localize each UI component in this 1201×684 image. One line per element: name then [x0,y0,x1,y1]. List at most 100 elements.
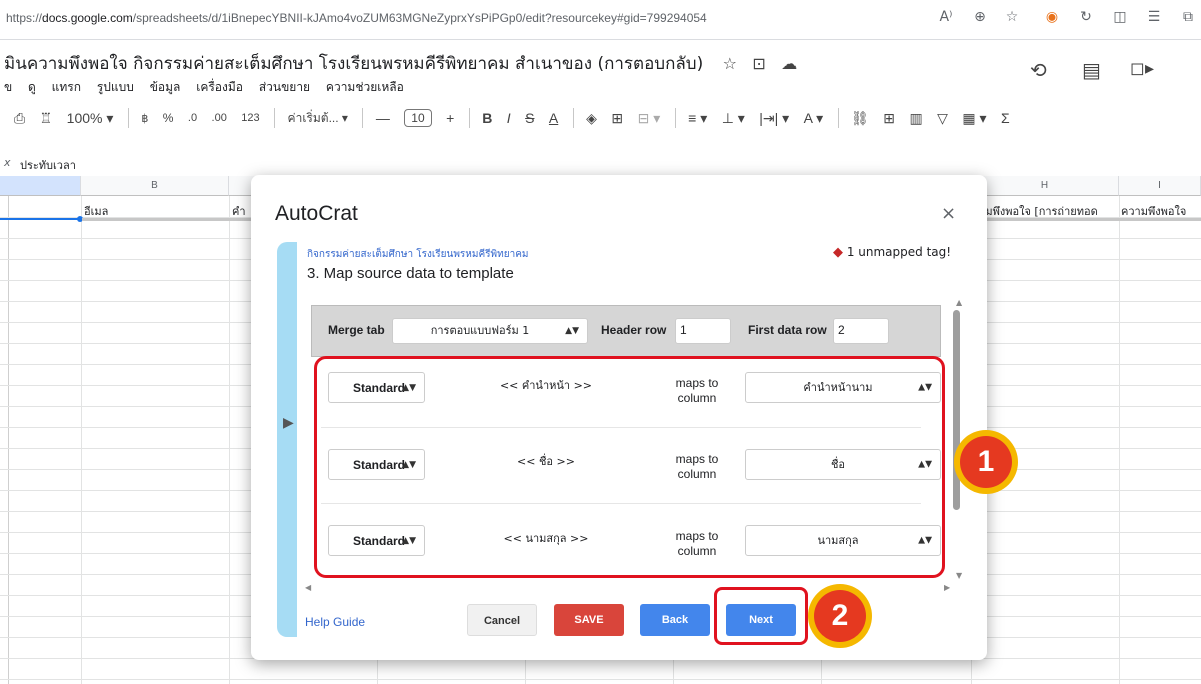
browser-address-bar: https://docs.google.com/spreadsheets/d/1… [0,0,1201,40]
merge-tab-label: Merge tab [328,323,385,337]
sidebar-expand-icon[interactable]: ▶ [283,415,294,431]
align-icon[interactable]: ≡ ▾ [688,110,707,127]
formula-input[interactable]: ประทับเวลา [20,156,76,174]
grid-line [229,196,230,684]
divider [572,108,574,128]
extension-icon[interactable]: ◉ [1042,9,1062,25]
percent-format-button[interactable]: % [163,111,174,125]
save-button[interactable]: SAVE [554,604,624,636]
split-screen-icon[interactable]: ◫ [1110,9,1130,25]
cancel-button[interactable]: Cancel [467,604,537,636]
star-icon[interactable]: ☆ [723,54,737,73]
fx-icon: x [4,156,11,169]
sigma-button[interactable]: Σ [1001,110,1010,126]
toolbar: ⎙ ♖ 100% ▾ ฿ % .0 .00 123 ค่าเริ่มต้... … [14,108,1201,140]
first-data-row-label: First data row [748,323,827,337]
number-format-button[interactable]: 123 [241,112,259,124]
column-header-i[interactable]: I [1119,176,1201,196]
merge-cells-icon[interactable]: ⊟ ▾ [638,110,661,127]
menu-item-extensions[interactable]: ส่วนขยาย [259,80,310,94]
comment-icon[interactable]: ⊞ [883,110,895,127]
meet-icon[interactable]: ◻▸ [1130,58,1154,79]
chart-icon[interactable]: ▥ [909,110,922,127]
project-subtitle: กิจกรรมค่ายสะเต็มศึกษา โรงเรียนพรหมคีรีพ… [307,249,529,260]
text-wrap-icon[interactable]: |⇥| ▾ [759,110,789,127]
decrease-decimal-button[interactable]: .0 [188,112,197,124]
italic-button[interactable]: I [507,110,511,126]
step-badge-2: 2 [808,584,872,648]
select-arrow-icon: ▲▼ [565,326,579,336]
highlight-mappings [314,356,945,578]
zoom-icon[interactable]: ⊕ [970,9,990,25]
divider [274,108,276,128]
scroll-down-icon[interactable]: ▼ [956,571,962,580]
borders-icon[interactable]: ⊞ [611,110,623,127]
document-title[interactable]: มินความพึงพอใจ กิจกรรมค่ายสะเต็มศึกษา โร… [4,50,797,77]
version-history-icon[interactable]: ⟲ [1030,58,1047,82]
step-heading: 3. Map source data to template [307,265,514,282]
divider [127,108,129,128]
header-row-input[interactable]: 1 [675,318,731,344]
filter-icon[interactable]: ▽ [937,110,948,127]
link-icon[interactable]: ⛓ [851,110,869,127]
column-header-b[interactable]: B [81,176,229,196]
favorites-bar-icon[interactable]: ☰ [1144,9,1164,25]
merge-tab-value: การตอบแบบฟอร์ม 1 [430,324,530,337]
menu-item-0[interactable]: ข [4,80,12,94]
merge-tab-select[interactable]: การตอบแบบฟอร์ม 1 ▲▼ [392,318,588,344]
print-icon[interactable]: ⎙ [14,110,25,127]
divider [837,108,839,128]
comments-icon[interactable]: ▤ [1082,58,1101,82]
fill-color-icon[interactable]: ◈ [586,110,597,127]
filter-views-icon[interactable]: ▦ ▾ [962,110,986,127]
bold-button[interactable]: B [482,110,492,126]
url-prefix: https:// [6,11,43,25]
url-domain: docs.google.com [42,11,133,25]
close-icon[interactable]: × [941,203,956,224]
merge-settings-panel: Merge tab การตอบแบบฟอร์ม 1 ▲▼ Header row … [311,305,941,357]
favorite-icon[interactable]: ☆ [1002,9,1022,25]
unmapped-text: 1 unmapped tag! [846,245,952,259]
scroll-right-icon[interactable]: ▶ [944,583,950,592]
collections-icon[interactable]: ⧉ [1178,9,1198,25]
back-button[interactable]: Back [640,604,710,636]
font-size-input[interactable]: 10 [404,109,432,127]
menu-item-format[interactable]: รูปแบบ [97,80,134,94]
menu-item-data[interactable]: ข้อมูล [150,80,181,94]
font-value: ค่าเริ่มต้... [287,110,339,125]
text-rotation-icon[interactable]: A ▾ [804,110,823,127]
increase-font-button[interactable]: + [446,110,454,126]
dialog-title: AutoCrat [275,202,358,225]
cloud-status-icon: ☁ [781,54,798,73]
font-select[interactable]: ค่าเริ่มต้... ▾ [288,109,348,128]
selection-indicator [0,218,80,220]
strikethrough-button[interactable]: S [525,110,534,126]
grid-line [1119,196,1120,684]
url-field[interactable]: https://docs.google.com/spreadsheets/d/1… [6,11,707,25]
paint-format-icon[interactable]: ♖ [40,110,53,127]
decrease-font-button[interactable]: — [376,110,390,126]
help-guide-link[interactable]: Help Guide [305,615,365,629]
scroll-left-icon[interactable]: ◀ [305,583,311,592]
read-aloud-icon[interactable]: A⁾ [936,9,956,25]
zoom-select[interactable]: 100% ▾ [67,110,114,127]
move-folder-icon[interactable]: ⊡ [752,54,765,73]
currency-format-button[interactable]: ฿ [141,112,148,125]
first-data-row-input[interactable]: 2 [833,318,889,344]
scroll-up-icon[interactable]: ▲ [956,298,962,307]
menu-item-help[interactable]: ความช่วยเหลือ [326,80,404,94]
column-header-h[interactable]: H [971,176,1119,196]
url-path: /spreadsheets/d/1iBnepecYBNII-kJAmo4voZU… [132,11,707,25]
badge-number: 1 [960,436,1012,488]
grid-line [8,196,9,684]
column-header-a[interactable] [0,176,81,196]
menu-item-view[interactable]: ดู [28,80,36,94]
vertical-align-icon[interactable]: ⊥ ▾ [722,110,745,127]
refresh-icon[interactable]: ↻ [1076,9,1096,25]
menu-item-insert[interactable]: แทรก [52,80,81,94]
increase-decimal-button[interactable]: .00 [212,112,227,124]
menu-bar: ข ดู แทรก รูปแบบ ข้อมูล เครื่องมือ ส่วนข… [4,78,416,97]
menu-item-tools[interactable]: เครื่องมือ [196,80,243,94]
text-color-button[interactable]: A [549,110,558,126]
badge-number: 2 [814,590,866,642]
